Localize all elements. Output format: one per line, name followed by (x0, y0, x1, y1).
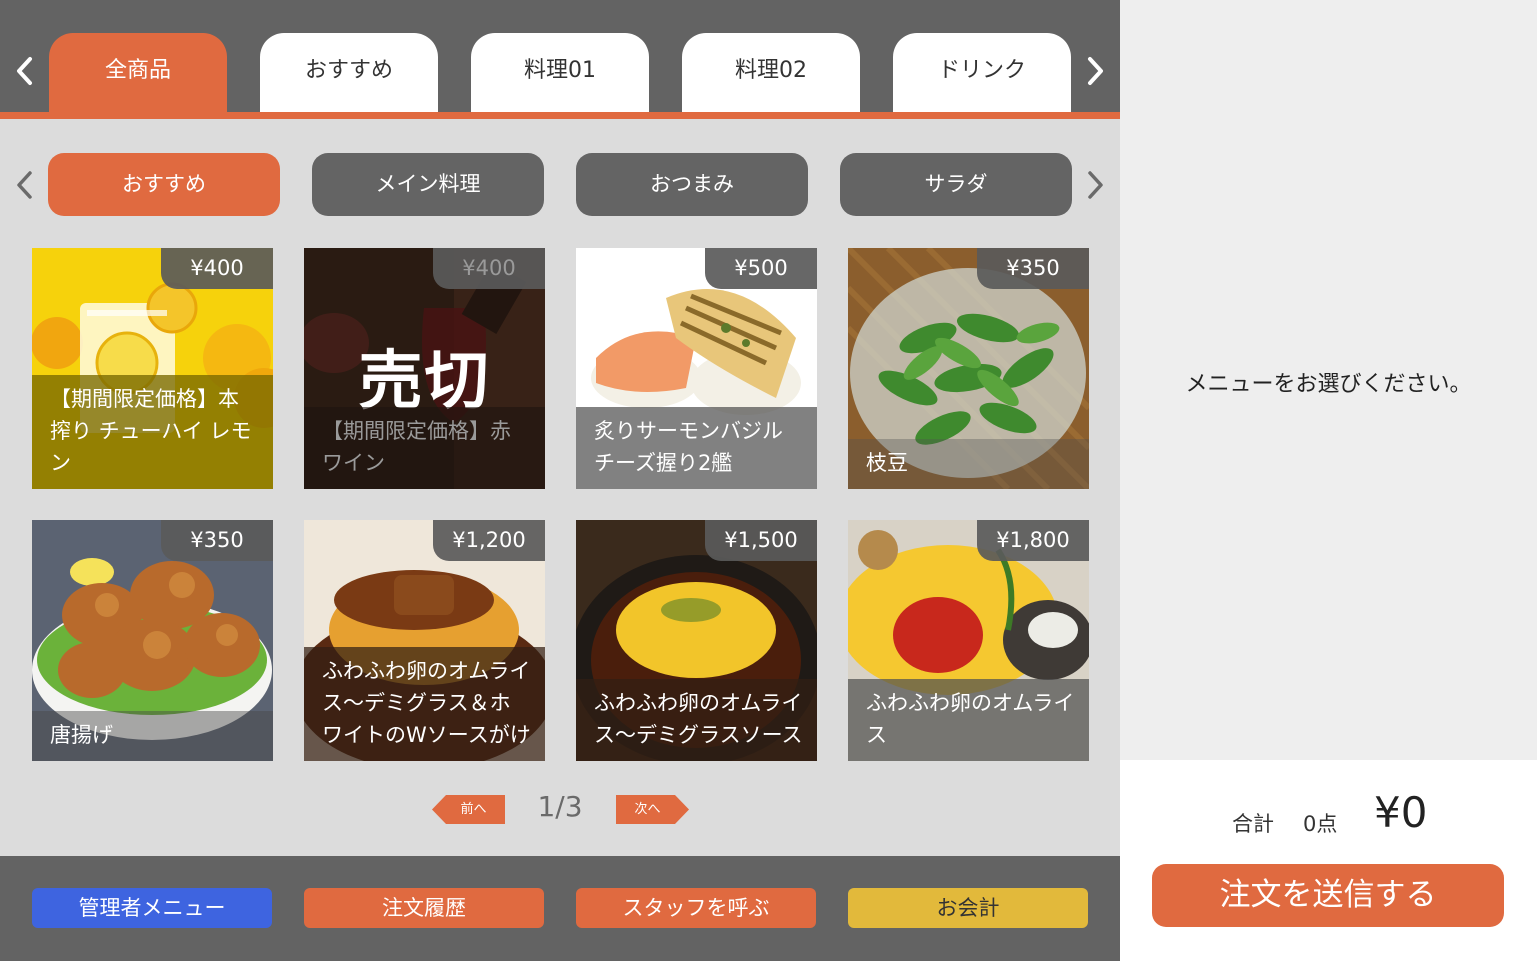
call-staff-button[interactable]: スタッフを呼ぶ (576, 888, 816, 928)
product-price: ¥400 (433, 248, 545, 289)
tab-cuisine-02[interactable]: 料理02 (682, 33, 860, 113)
tab-drinks[interactable]: ドリンク (893, 33, 1071, 113)
order-total-area: 合計 0点 ¥0 注文を送信する (1120, 760, 1537, 961)
product-price: ¥350 (161, 520, 273, 561)
product-price: ¥500 (705, 248, 817, 289)
product-price: ¥400 (161, 248, 273, 289)
product-card[interactable]: ¥350 枝豆 (848, 248, 1089, 489)
send-order-button[interactable]: 注文を送信する (1152, 864, 1504, 927)
chevron-right-icon (1088, 57, 1103, 85)
category-next-arrow[interactable] (1084, 56, 1106, 85)
tab-cuisine-01[interactable]: 料理01 (471, 33, 649, 113)
empty-order-message: メニューをお選びください。 (1185, 372, 1472, 397)
product-price: ¥1,500 (705, 520, 817, 561)
product-card[interactable]: ¥500 炙りサーモンバジルチーズ握り2艦 (576, 248, 817, 489)
product-name: 唐揚げ (32, 711, 273, 761)
category-bar-accent-line (0, 112, 1120, 119)
chevron-left-icon (17, 171, 32, 199)
subtab-main-dish[interactable]: メイン料理 (312, 153, 544, 216)
admin-menu-button[interactable]: 管理者メニュー (32, 888, 272, 928)
product-name: ふわふわ卵のオムライス (848, 679, 1089, 761)
order-panel: メニューをお選びください。 合計 0点 ¥0 注文を送信する (1120, 0, 1537, 961)
product-price: ¥1,200 (433, 520, 545, 561)
tab-recommended[interactable]: おすすめ (260, 33, 438, 113)
checkout-button[interactable]: お会計 (848, 888, 1088, 928)
menu-panel: 全商品 おすすめ 料理01 料理02 ドリンク おすすめ メイン料理 おつまみ … (0, 0, 1120, 961)
prev-page-button[interactable]: 前へ (432, 795, 505, 824)
product-name: 【期間限定価格】赤ワイン (304, 407, 545, 489)
category-bar: 全商品 おすすめ 料理01 料理02 ドリンク (0, 0, 1120, 113)
product-card[interactable]: ¥400 【期間限定価格】本搾り チューハイ レモン (32, 248, 273, 489)
product-card[interactable]: ¥1,500 ふわふわ卵のオムライス～デミグラスソース (576, 520, 817, 761)
order-history-button[interactable]: 注文履歴 (304, 888, 544, 928)
subcategory-prev-arrow[interactable] (14, 170, 36, 199)
product-card[interactable]: ¥1,800 ふわふわ卵のオムライス (848, 520, 1089, 761)
subcategory-next-arrow[interactable] (1084, 170, 1106, 199)
subtab-salad[interactable]: サラダ (840, 153, 1072, 216)
product-name: ふわふわ卵のオムライス～デミグラス＆ホワイトのWソースがけ (304, 647, 545, 761)
bottom-action-bar: 管理者メニュー 注文履歴 スタッフを呼ぶ お会計 (0, 856, 1120, 961)
total-label: 合計 (1232, 812, 1274, 836)
total-amount: ¥0 (1374, 788, 1428, 837)
product-name: ふわふわ卵のオムライス～デミグラスソース (576, 679, 817, 761)
product-price: ¥1,800 (977, 520, 1089, 561)
total-item-count: 0点 (1303, 812, 1338, 836)
subtab-recommended[interactable]: おすすめ (48, 153, 280, 216)
subtab-snacks[interactable]: おつまみ (576, 153, 808, 216)
next-page-button[interactable]: 次へ (616, 795, 689, 824)
category-prev-arrow[interactable] (14, 56, 36, 85)
product-name: 炙りサーモンバジルチーズ握り2艦 (576, 407, 817, 489)
page-indicator: 1/3 (537, 790, 583, 823)
product-card[interactable]: ¥1,200 ふわふわ卵のオムライス～デミグラス＆ホワイトのWソースがけ (304, 520, 545, 761)
product-price: ¥350 (977, 248, 1089, 289)
product-name: 【期間限定価格】本搾り チューハイ レモン (32, 375, 273, 489)
chevron-left-icon (17, 57, 32, 85)
chevron-right-icon (1088, 171, 1103, 199)
product-name: 枝豆 (848, 439, 1089, 489)
product-card[interactable]: ¥350 唐揚げ (32, 520, 273, 761)
product-card-sold-out: ¥400 売切 【期間限定価格】赤ワイン (304, 248, 545, 489)
tab-all-products[interactable]: 全商品 (49, 33, 227, 113)
